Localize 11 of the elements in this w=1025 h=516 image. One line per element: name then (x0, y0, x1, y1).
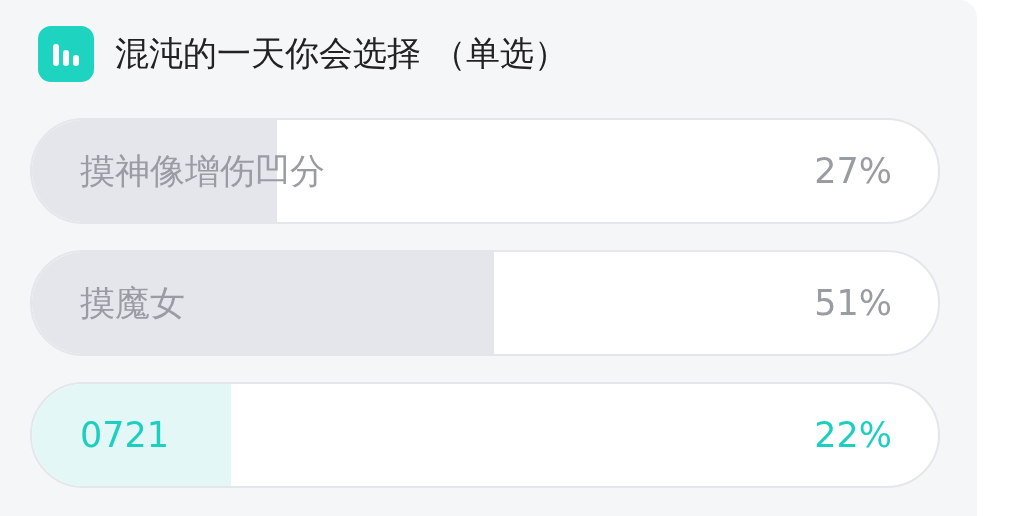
option-label: 0721 (80, 415, 170, 455)
option-label: 摸魔女 (80, 281, 185, 325)
percentage: 27% (814, 151, 892, 191)
poll-option[interactable]: 摸魔女 51% (30, 250, 940, 356)
option-label: 摸神像增伤凹分 (80, 149, 325, 193)
percentage: 51% (814, 283, 892, 323)
percentage: 22% (814, 415, 892, 455)
poll-option[interactable]: 0721 22% (30, 382, 940, 488)
poll-title: 混沌的一天你会选择 （单选） (115, 32, 568, 75)
bar-chart-icon (38, 26, 94, 82)
poll-option[interactable]: 摸神像增伤凹分 27% (30, 118, 940, 224)
